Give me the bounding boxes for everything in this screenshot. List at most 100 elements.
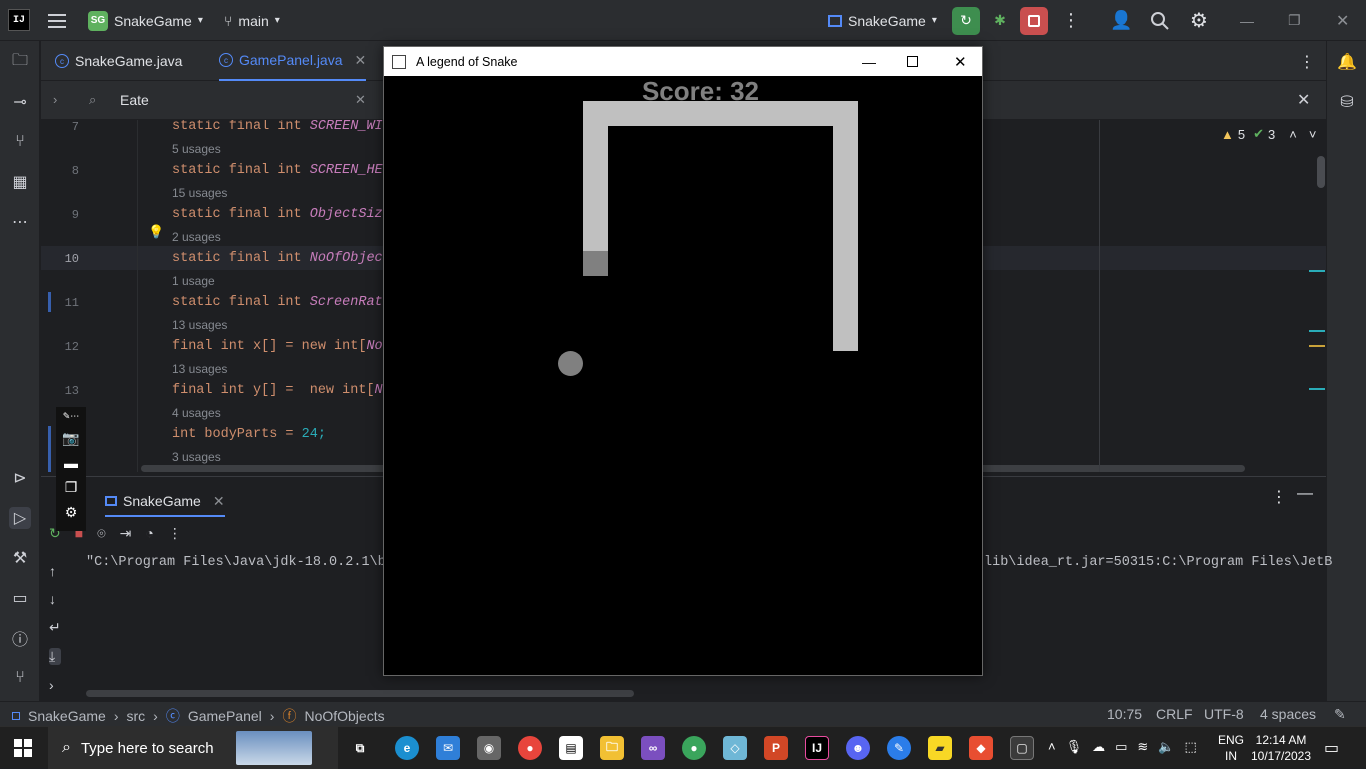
usage-hint[interactable]: 3 usages bbox=[172, 450, 221, 464]
stop-button[interactable] bbox=[1020, 6, 1048, 35]
rerun-button[interactable]: ↻ bbox=[952, 6, 980, 35]
chrome-profile-icon[interactable]: ● bbox=[682, 736, 706, 760]
error-stripe-marker[interactable] bbox=[1309, 330, 1325, 332]
terminal-icon[interactable]: ▭ bbox=[9, 587, 31, 609]
intellij-logo-icon[interactable]: IJ bbox=[8, 9, 30, 31]
line-separator[interactable]: CRLF bbox=[1156, 706, 1193, 722]
error-stripe-marker[interactable] bbox=[1309, 270, 1325, 272]
breadcrumb-project[interactable]: SnakeGame bbox=[28, 708, 106, 724]
tab-gamepanel-java[interactable]: c GamePanel.java ✕ bbox=[219, 41, 367, 81]
run-panel-more-icon[interactable]: ⋮ bbox=[1271, 487, 1287, 507]
volume-icon[interactable]: 🔈 bbox=[1158, 739, 1174, 755]
edge-browser-icon[interactable]: e bbox=[395, 736, 419, 760]
pull-requests-icon[interactable]: ⑂ bbox=[9, 131, 31, 153]
camera-app-icon[interactable]: ◉ bbox=[477, 736, 501, 760]
app-blue-icon[interactable]: ✎ bbox=[887, 736, 911, 760]
console-output-right[interactable]: lib\idea_rt.jar=50315:C:\Program Files\J… bbox=[984, 555, 1332, 570]
capture-menu-icon[interactable]: ✎⋯ bbox=[63, 411, 80, 422]
wifi-icon[interactable]: ≋ bbox=[1137, 739, 1148, 755]
commit-icon[interactable]: ⊸ bbox=[9, 91, 31, 113]
code-line[interactable]: static final int SCREEN_WI bbox=[172, 120, 383, 134]
game-canvas[interactable]: Score: 32 bbox=[384, 76, 982, 675]
breadcrumb-field[interactable]: NoOfObjects bbox=[304, 708, 384, 724]
notification-center-icon[interactable]: ▭ bbox=[1324, 738, 1339, 758]
scroll-to-end-icon[interactable]: ⤓ bbox=[49, 648, 61, 665]
chevron-down-icon[interactable]: ˅ bbox=[1309, 127, 1317, 142]
error-stripe-marker[interactable] bbox=[1309, 345, 1325, 347]
file-explorer-icon[interactable]: 🗀 bbox=[600, 736, 624, 760]
minimize-window-icon[interactable]: — bbox=[1240, 0, 1254, 41]
video-camera-icon[interactable]: ▬ bbox=[64, 455, 78, 471]
camera-icon[interactable]: 📷 bbox=[62, 430, 79, 447]
lightbulb-icon[interactable]: 💡 bbox=[148, 224, 164, 240]
close-tab-icon[interactable]: ✕ bbox=[355, 52, 367, 69]
minimize-window-icon[interactable]: — bbox=[862, 54, 876, 70]
console-horizontal-scrollbar[interactable] bbox=[86, 690, 634, 697]
error-stripe-marker[interactable] bbox=[1309, 388, 1325, 390]
more-tools-icon[interactable]: ⋯ bbox=[9, 211, 31, 233]
file-encoding[interactable]: UTF-8 bbox=[1204, 706, 1244, 722]
camera-icon[interactable]: ⌾ bbox=[97, 525, 105, 542]
restore-window-icon[interactable]: ❐ bbox=[1288, 0, 1301, 41]
run-tool-icon[interactable]: ▷ bbox=[9, 507, 31, 529]
powerpoint-icon[interactable]: P bbox=[764, 736, 788, 760]
branch-selector[interactable]: ⑂ main ▾ bbox=[224, 0, 280, 41]
close-tab-icon[interactable]: ✕ bbox=[213, 493, 225, 510]
task-view-icon[interactable]: ⧉ bbox=[348, 736, 372, 760]
taskbar-search-box[interactable]: ⌕ Type here to search bbox=[48, 727, 338, 769]
structure-icon[interactable]: ▦ bbox=[9, 171, 31, 193]
java-app-taskbar-icon[interactable]: ▢ bbox=[1010, 736, 1034, 760]
git-icon[interactable]: ⑂ bbox=[9, 667, 31, 689]
code-line[interactable]: final int y[] = new int[No bbox=[172, 383, 391, 398]
profiler-icon[interactable]: ◔ bbox=[145, 525, 153, 542]
breadcrumb-src[interactable]: src bbox=[127, 708, 146, 724]
more-actions-icon[interactable]: ⋮ bbox=[1062, 0, 1080, 41]
usage-hint[interactable]: 5 usages bbox=[172, 142, 221, 156]
gallery-icon[interactable]: ❐ bbox=[65, 479, 78, 496]
onedrive-icon[interactable]: ☁ bbox=[1092, 739, 1105, 755]
close-find-icon[interactable]: ✕ bbox=[1297, 90, 1310, 110]
project-selector[interactable]: SG SnakeGame ▾ bbox=[88, 0, 203, 41]
chevron-up-icon[interactable]: ˄ bbox=[1289, 127, 1297, 142]
project-folder-icon[interactable]: 🗀 bbox=[9, 51, 31, 73]
discord-icon[interactable]: ☻ bbox=[846, 736, 870, 760]
tool-app-icon[interactable]: ◇ bbox=[723, 736, 747, 760]
usage-hint[interactable]: 4 usages bbox=[172, 406, 221, 420]
chrome-icon[interactable]: ● bbox=[518, 736, 542, 760]
usage-hint[interactable]: 1 usage bbox=[172, 274, 215, 288]
expand-replace-icon[interactable]: › bbox=[53, 92, 57, 107]
code-line[interactable]: int bodyParts = 24; bbox=[172, 427, 326, 442]
services-icon[interactable]: ⊳ bbox=[9, 467, 31, 489]
code-line[interactable]: static final int ScreenRate bbox=[172, 295, 391, 310]
main-menu-icon[interactable] bbox=[48, 0, 68, 41]
close-window-icon[interactable]: ✕ bbox=[954, 53, 967, 71]
tray-expand-icon[interactable]: ˄ bbox=[1048, 739, 1056, 755]
usage-hint[interactable]: 13 usages bbox=[172, 318, 227, 332]
language-indicator[interactable]: ENG IN bbox=[1218, 732, 1244, 764]
clock[interactable]: 12:14 AM 10/17/2023 bbox=[1250, 732, 1312, 764]
clear-search-icon[interactable]: ✕ bbox=[355, 92, 366, 108]
debug-bug-icon[interactable]: ✱ bbox=[986, 7, 1014, 35]
close-window-icon[interactable]: ✕ bbox=[1336, 0, 1349, 41]
notifications-bell-icon[interactable]: 🔔 bbox=[1336, 51, 1358, 73]
settings-gear-icon[interactable]: ⚙ bbox=[1190, 0, 1208, 41]
database-icon[interactable]: ⛁ bbox=[1336, 91, 1358, 113]
usage-hint[interactable]: 2 usages bbox=[172, 230, 221, 244]
code-line[interactable]: final int x[] = new int[No bbox=[172, 339, 383, 354]
readonly-toggle-icon[interactable]: ✎ bbox=[1334, 706, 1346, 723]
visual-studio-icon[interactable]: ∞ bbox=[641, 736, 665, 760]
vertical-scrollbar[interactable] bbox=[1317, 156, 1325, 188]
notepad-icon[interactable]: ▤ bbox=[559, 736, 583, 760]
git-tool-icon[interactable]: ◆ bbox=[969, 736, 993, 760]
display-icon[interactable]: ⬚ bbox=[1185, 739, 1197, 755]
tab-snakegame-java[interactable]: c SnakeGame.java bbox=[55, 41, 182, 81]
code-line[interactable]: static final int SCREEN_HE bbox=[172, 163, 383, 178]
code-line[interactable]: static final int NoOfObject bbox=[172, 251, 391, 266]
soft-wrap-icon[interactable]: ↵ bbox=[49, 619, 61, 636]
expand-icon[interactable]: › bbox=[49, 677, 61, 693]
tabs-more-icon[interactable]: ⋮ bbox=[1299, 52, 1315, 72]
usage-hint[interactable]: 15 usages bbox=[172, 186, 227, 200]
microphone-icon[interactable]: 🎙 bbox=[1066, 739, 1083, 755]
console-output-left[interactable]: "C:\Program Files\Java\jdk-18.0.2.1\b bbox=[86, 555, 386, 570]
inspection-widget[interactable]: ▲ 5 ✔ 3 ˄ ˅ bbox=[1221, 126, 1316, 142]
